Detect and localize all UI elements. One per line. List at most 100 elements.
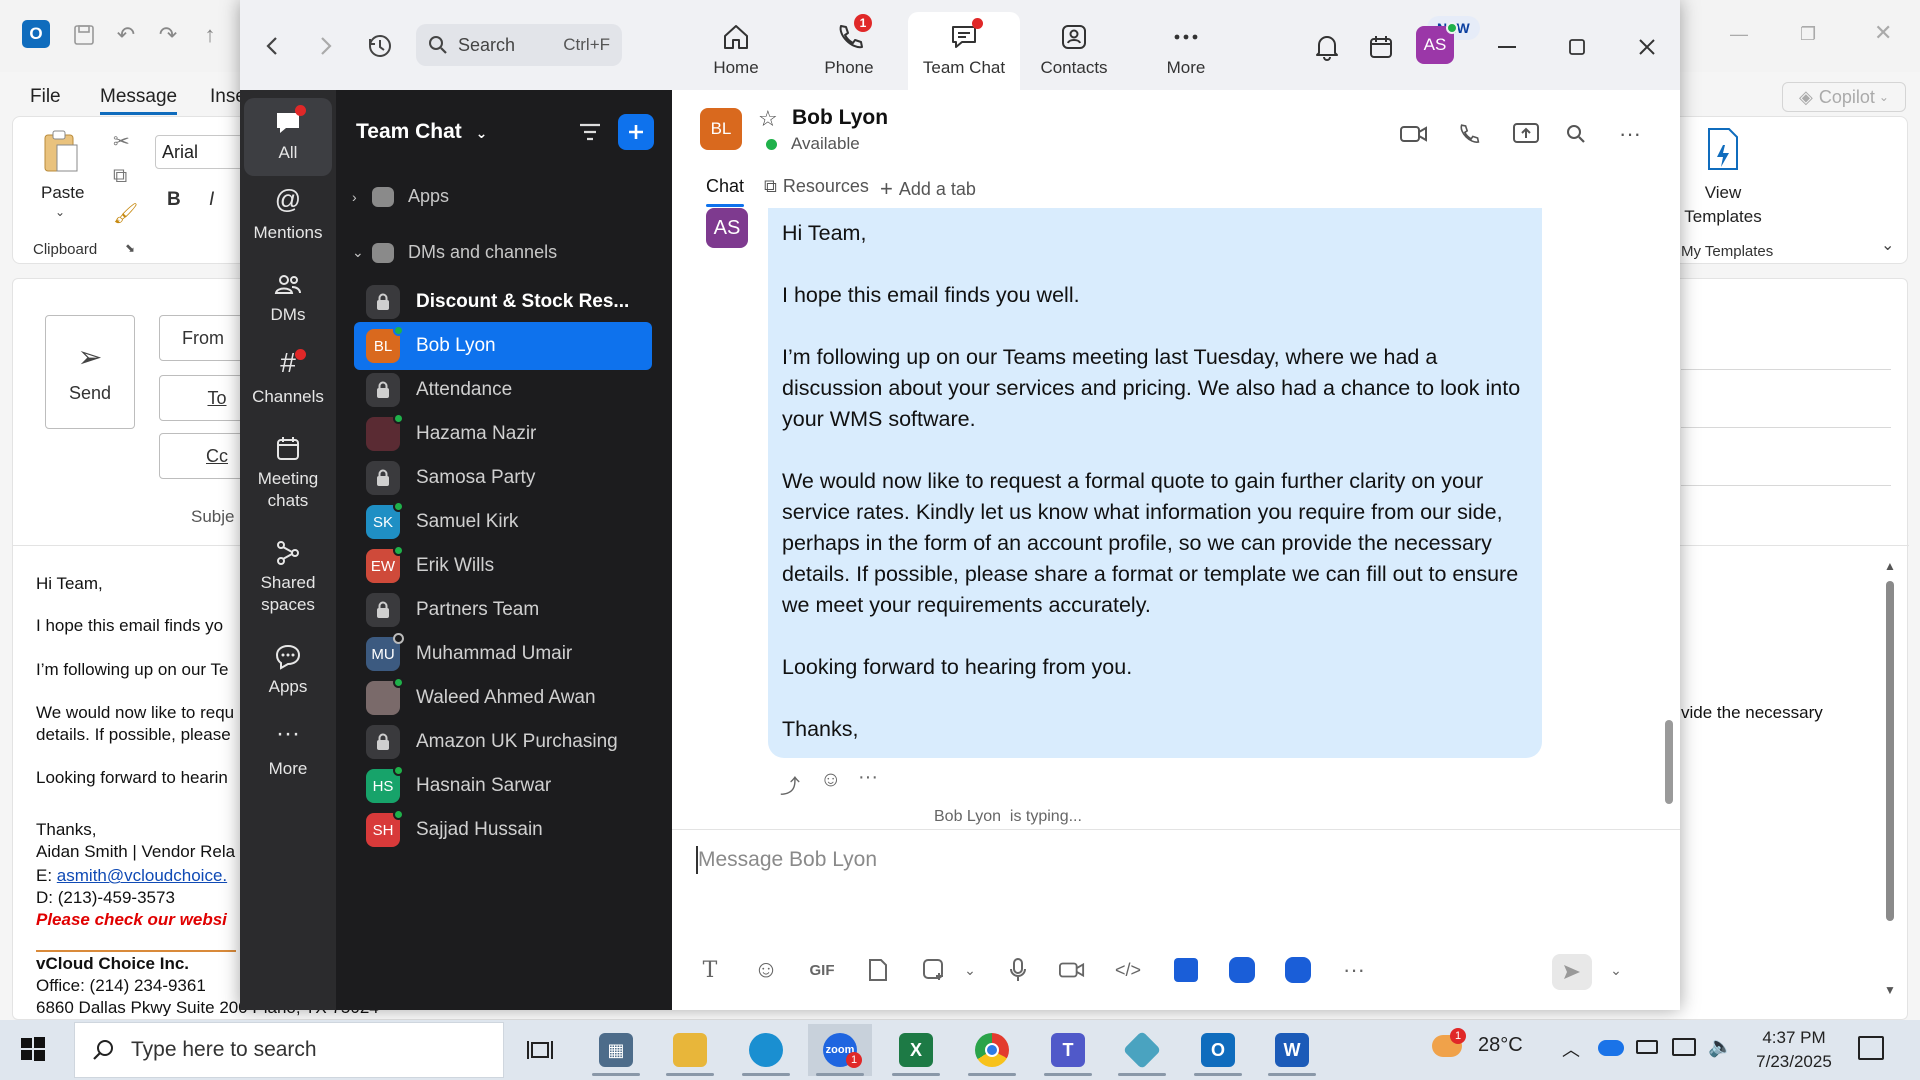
volume-icon[interactable]: 🔈 <box>1708 1034 1733 1059</box>
edge-app-icon[interactable] <box>734 1024 798 1076</box>
word-app-icon[interactable]: W <box>1260 1024 1324 1076</box>
chat-list-title[interactable]: Team Chat ⌄ <box>356 120 487 144</box>
chat-list-item[interactable]: Hazama Nazir <box>354 410 652 458</box>
tab-team-chat[interactable]: Team Chat <box>908 12 1020 90</box>
outlook-close-icon[interactable]: ✕ <box>1874 20 1892 46</box>
excel-app-icon[interactable]: X <box>884 1024 948 1076</box>
tab-add[interactable]: + Add a tab <box>880 176 976 202</box>
rail-meeting-chats[interactable]: Meeting chats <box>244 434 332 512</box>
rail-all[interactable]: All <box>244 98 332 176</box>
chat-list-item[interactable]: SK Samuel Kirk <box>354 498 652 546</box>
chevron-down-icon[interactable]: ⌄ <box>55 205 65 219</box>
rail-mentions[interactable]: @ Mentions <box>244 186 332 244</box>
star-icon[interactable]: ☆ <box>758 106 778 132</box>
rail-channels[interactable]: # Channels <box>244 349 332 408</box>
audio-call-button[interactable] <box>1452 118 1484 150</box>
profile-avatar[interactable]: AS <box>1416 22 1458 64</box>
weather-widget[interactable]: 1 28°C <box>1432 1028 1523 1057</box>
more-tools-icon[interactable]: ··· <box>1338 954 1370 986</box>
chrome-app-icon[interactable] <box>960 1024 1024 1076</box>
outlook-scrollbar[interactable]: ▲ ▼ <box>1883 559 1897 1009</box>
chat-list-item[interactable]: Samosa Party <box>354 454 652 502</box>
send-message-button[interactable] <box>1552 954 1592 990</box>
send-button[interactable]: ➢ Send <box>45 315 135 429</box>
cc-button[interactable]: Cc <box>159 433 249 479</box>
message-input[interactable]: Message Bob Lyon <box>698 848 877 872</box>
history-button[interactable] <box>360 26 400 66</box>
sender-avatar[interactable]: AS <box>706 208 748 248</box>
tab-home[interactable]: Home <box>680 12 792 90</box>
tab-phone[interactable]: 1 Phone <box>793 12 905 90</box>
email-link[interactable]: asmith@vcloudchoice. <box>57 866 227 885</box>
chat-list-item[interactable]: Waleed Ahmed Awan <box>354 674 652 722</box>
section-apps[interactable]: › Apps <box>352 186 449 207</box>
forward-button[interactable] <box>306 26 346 66</box>
format-painter-icon[interactable]: 🖌 <box>113 201 138 226</box>
filter-button[interactable] <box>578 120 606 148</box>
taskbar-search[interactable]: Type here to search <box>74 1022 504 1078</box>
outlook-app-icon[interactable]: O <box>1186 1024 1250 1076</box>
rail-more[interactable]: ··· More <box>244 722 332 780</box>
back-button[interactable] <box>252 26 292 66</box>
chat-list-item[interactable]: Attendance <box>354 366 652 414</box>
chat-list-item[interactable]: Discount & Stock Res... <box>354 278 652 326</box>
redo-icon[interactable]: ↷ <box>154 20 182 50</box>
to-button[interactable]: To <box>159 375 249 421</box>
app-integration-icon[interactable] <box>1170 954 1202 986</box>
chat-list-item[interactable]: BL Bob Lyon <box>354 322 652 370</box>
send-options-icon[interactable]: ⌄ <box>1600 954 1632 986</box>
ribbon-expand-icon[interactable]: ⌄ <box>1881 235 1894 255</box>
message-bubble[interactable]: Hi Team, I hope this email finds you wel… <box>768 208 1542 758</box>
search-chat-button[interactable] <box>1560 118 1592 150</box>
rail-apps[interactable]: Apps <box>244 642 332 698</box>
chat-scrollbar[interactable] <box>1665 720 1673 804</box>
tab-chat[interactable]: Chat <box>706 176 745 207</box>
docs-app-icon[interactable] <box>1282 954 1314 986</box>
network-icon[interactable] <box>1672 1038 1696 1056</box>
close-button[interactable] <box>1630 30 1664 64</box>
tab-resources[interactable]: ⧉ Resources <box>764 176 869 197</box>
from-button[interactable]: From <box>159 315 249 361</box>
dialog-launcher-icon[interactable]: ⬊ <box>125 241 135 255</box>
undo-icon[interactable]: ↶ <box>112 20 140 50</box>
battery-icon[interactable] <box>1636 1040 1658 1054</box>
chevron-down-icon[interactable]: ⌄ <box>954 954 986 986</box>
menu-message[interactable]: Message <box>100 86 178 115</box>
video-call-button[interactable] <box>1398 118 1430 150</box>
chat-list-item[interactable]: Partners Team <box>354 586 652 634</box>
view-templates-label[interactable]: View Templates <box>1683 181 1763 229</box>
search-box[interactable]: Search Ctrl+F <box>416 24 622 66</box>
paste-label[interactable]: Paste <box>41 183 84 203</box>
contact-avatar[interactable]: BL <box>700 108 742 150</box>
chat-list-item[interactable]: MU Muhammad Umair <box>354 630 652 678</box>
rail-dms[interactable]: DMs <box>244 270 332 326</box>
chat-list-item[interactable]: Amazon UK Purchasing <box>354 718 652 766</box>
emoji-icon[interactable]: ☺ <box>750 954 782 986</box>
outlook-minimize-icon[interactable]: — <box>1730 24 1748 45</box>
chat-list-item[interactable]: HS Hasnain Sarwar <box>354 762 652 810</box>
bold-button[interactable]: B <box>167 189 181 211</box>
format-text-icon[interactable]: T <box>694 954 726 986</box>
rail-shared-spaces[interactable]: Shared spaces <box>244 538 332 616</box>
notifications-button[interactable] <box>1310 30 1344 64</box>
windows-start-icon[interactable] <box>20 1036 46 1062</box>
onedrive-icon[interactable] <box>1598 1040 1624 1056</box>
share-screen-button[interactable] <box>1510 118 1542 150</box>
font-name-box[interactable]: Arial <box>155 135 245 169</box>
whiteboard-app-icon[interactable] <box>1226 954 1258 986</box>
vpn-app-icon[interactable] <box>1110 1024 1174 1076</box>
minimize-button[interactable] <box>1490 30 1524 64</box>
calculator-app-icon[interactable]: ▦ <box>584 1024 648 1076</box>
zoom-app-icon[interactable]: zoom 1 <box>808 1024 872 1076</box>
copy-icon[interactable]: ⧉ <box>113 165 127 188</box>
message-more-icon[interactable]: ··· <box>858 766 878 789</box>
code-snippet-icon[interactable]: </> <box>1112 954 1144 986</box>
notification-center-icon[interactable] <box>1858 1036 1884 1060</box>
calendar-button[interactable] <box>1364 30 1398 64</box>
view-templates-icon[interactable] <box>1703 127 1743 171</box>
show-hidden-icons[interactable]: ︿ <box>1562 1036 1580 1062</box>
file-explorer-app-icon[interactable] <box>658 1024 722 1076</box>
up-arrow-icon[interactable]: ↑ <box>196 20 224 50</box>
tab-more[interactable]: More <box>1130 12 1242 90</box>
video-message-icon[interactable] <box>1056 954 1088 986</box>
